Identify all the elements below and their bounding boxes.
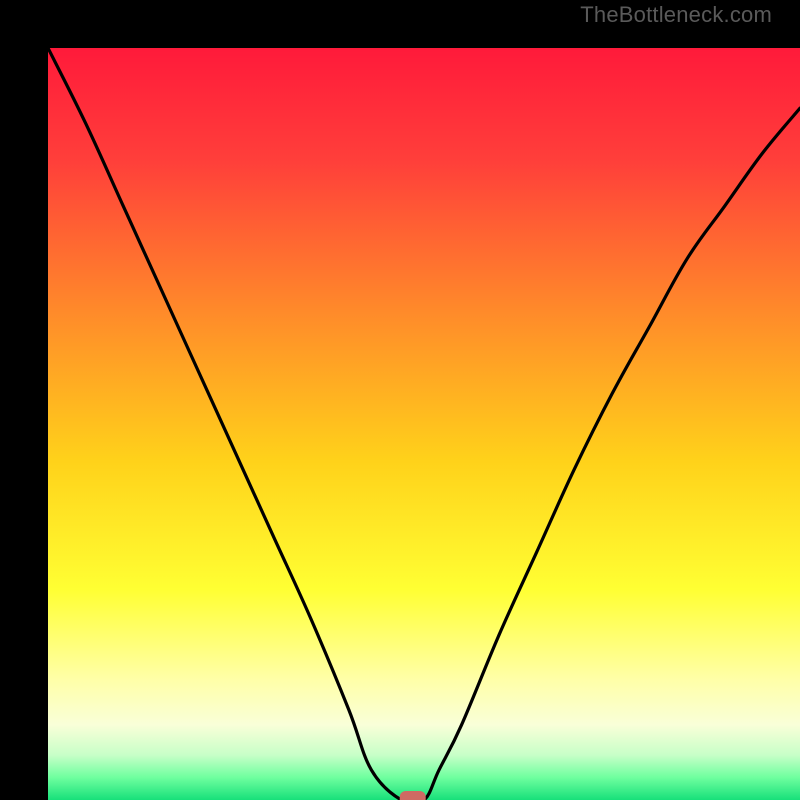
plot-area — [48, 48, 800, 800]
optimal-point-marker — [400, 791, 426, 800]
bottleneck-chart — [48, 48, 800, 800]
chart-frame — [0, 0, 800, 800]
watermark-text: TheBottleneck.com — [580, 2, 772, 28]
gradient-background — [48, 48, 800, 800]
